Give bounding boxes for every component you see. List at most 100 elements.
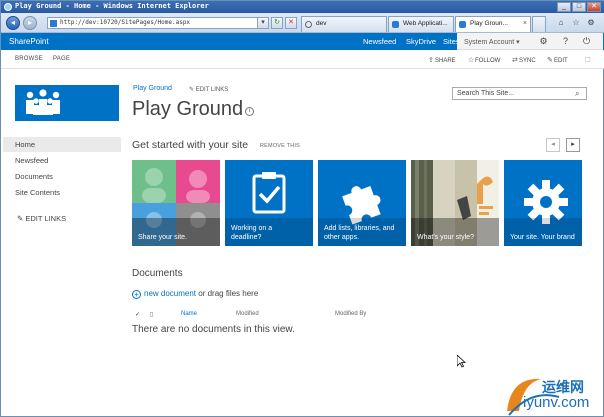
tab-label: dev xyxy=(316,20,327,27)
plus-icon[interactable]: + xyxy=(132,290,141,299)
browser-navbar: ◂ ▸ http://dev:10720/SitePages/Home.aspx… xyxy=(1,13,604,33)
new-document-row: + new document or drag files here xyxy=(132,289,258,299)
address-text: http://dev:10720/SitePages/Home.aspx xyxy=(60,19,191,26)
tab-play-ground[interactable]: Play Groun... × xyxy=(455,16,531,32)
site-logo[interactable] xyxy=(15,85,119,121)
people-logo-icon xyxy=(26,89,60,115)
share-icon: ⇪ xyxy=(428,57,434,64)
left-edit-links-label: EDIT LINKS xyxy=(25,214,67,223)
empty-view-message: There are no documents in this view. xyxy=(132,324,295,335)
tab-label: Play Groun... xyxy=(470,20,508,27)
star-icon: ☆ xyxy=(468,57,475,64)
drag-files-hint: or drag files here xyxy=(196,289,259,298)
sharepoint-favicon-icon xyxy=(459,21,466,28)
edit-action[interactable]: ✎EDIT xyxy=(547,56,568,64)
stop-icon[interactable]: ✕ xyxy=(285,17,297,29)
edit-label: EDIT xyxy=(554,58,568,64)
sharepoint-brand[interactable]: SharePoint xyxy=(9,37,49,46)
follow-action[interactable]: ☆FOLLOW xyxy=(468,56,500,64)
get-started-title: Get started with your site xyxy=(132,139,249,151)
tile-caption: What's your style? xyxy=(417,233,474,242)
share-action[interactable]: ⇪SHARE xyxy=(428,56,456,64)
tab-web-applications[interactable]: Web Applicati... xyxy=(388,16,454,32)
tile-caption-line1: What's your style? xyxy=(417,234,474,241)
ribbon-tab-page[interactable]: PAGE xyxy=(53,56,70,62)
search-input[interactable]: Search This Site... xyxy=(452,87,587,100)
previous-tile-button[interactable]: ◂ xyxy=(546,138,560,152)
nav-item-site-contents[interactable]: Site Contents xyxy=(15,188,60,197)
column-header-name[interactable]: Name xyxy=(181,311,197,317)
tile-caption: Working on a deadline? xyxy=(231,224,272,242)
focus-content-icon[interactable]: ⬚ xyxy=(585,56,591,63)
pencil-icon: ✎ xyxy=(547,57,553,64)
top-edit-links[interactable]: ✎ EDIT LINKS xyxy=(189,86,228,93)
close-button[interactable]: ✕ xyxy=(587,2,601,12)
tile-caption-line1: Your site. Your brand xyxy=(510,234,575,241)
sync-action[interactable]: ⇄SYNC xyxy=(512,56,536,64)
maximize-button[interactable]: □ xyxy=(572,2,586,12)
tile-deadline[interactable]: Working on a deadline? xyxy=(225,160,313,246)
ribbon-bar: BROWSE PAGE ⇪SHARE ☆FOLLOW ⇄SYNC ✎EDIT ⬚ xyxy=(1,50,604,69)
address-dropdown-icon[interactable]: ▾ xyxy=(257,17,269,29)
pencil-icon: ✎ xyxy=(189,87,196,93)
close-tab-icon[interactable]: × xyxy=(523,17,527,31)
settings-gear-icon[interactable]: ⚙ xyxy=(538,36,549,47)
info-icon[interactable]: i xyxy=(245,107,254,116)
select-all-checkmark-icon[interactable]: ✓ xyxy=(135,311,140,318)
watermark-domain-text: iyunv.com xyxy=(523,394,590,411)
refresh-icon[interactable]: ↻ xyxy=(271,17,283,29)
nav-item-newsfeed[interactable]: Newsfeed xyxy=(15,156,48,165)
tile-caption: Your site. Your brand xyxy=(510,233,575,242)
power-icon[interactable]: ⏻ xyxy=(581,36,592,47)
sync-label: SYNC xyxy=(519,58,536,64)
share-label: SHARE xyxy=(435,58,456,64)
mouse-cursor-icon xyxy=(457,355,466,368)
suite-account-area: System Account ▾ ⚙ ? ⏻ xyxy=(457,33,603,50)
browser-window: Play Ground - Home - Windows Internet Ex… xyxy=(0,0,604,417)
new-tab-button[interactable] xyxy=(532,16,546,32)
documents-title[interactable]: Documents xyxy=(132,268,183,279)
remove-this-link[interactable]: REMOVE THIS xyxy=(260,143,300,149)
breadcrumb[interactable]: Play Ground xyxy=(133,85,172,92)
tab-dev[interactable]: dev xyxy=(301,16,387,32)
home-icon[interactable]: ⌂ xyxy=(556,18,566,28)
tile-caption-line1: Share your site. xyxy=(138,234,188,241)
column-header-modified[interactable]: Modified xyxy=(236,311,259,317)
suite-link-skydrive[interactable]: SkyDrive xyxy=(406,37,436,46)
column-header-modified-by[interactable]: Modified By xyxy=(335,311,366,317)
forward-icon[interactable]: ▸ xyxy=(23,16,37,30)
new-document-link[interactable]: new document xyxy=(144,289,196,298)
address-bar[interactable]: http://dev:10720/SitePages/Home.aspx xyxy=(47,17,259,29)
tab-label: Web Applicati... xyxy=(403,20,448,27)
back-icon[interactable]: ◂ xyxy=(6,16,20,30)
help-icon[interactable]: ? xyxy=(560,36,571,47)
search-icon[interactable]: ⌕ xyxy=(575,89,584,98)
tile-caption-line2: other apps. xyxy=(324,234,360,241)
window-titlebar: Play Ground - Home - Windows Internet Ex… xyxy=(1,1,604,13)
tile-share-site[interactable]: Share your site. xyxy=(132,160,220,246)
tile-add-apps[interactable]: Add lists, libraries, and other apps. xyxy=(318,160,406,246)
nav-item-documents[interactable]: Documents xyxy=(15,172,53,181)
document-type-icon: ▯ xyxy=(150,312,154,318)
tile-caption-line1: Working on a xyxy=(231,225,273,232)
next-tile-button[interactable]: ▸ xyxy=(566,138,580,152)
left-edit-links[interactable]: ✎ EDIT LINKS xyxy=(17,214,66,223)
follow-label: FOLLOW xyxy=(475,58,501,64)
favorites-icon[interactable]: ☆ xyxy=(571,18,581,28)
sharepoint-favicon-icon xyxy=(392,21,399,28)
window-title: Play Ground - Home - Windows Internet Ex… xyxy=(15,2,209,10)
ie-icon xyxy=(4,3,12,11)
tile-caption: Add lists, libraries, and other apps. xyxy=(324,224,394,242)
minimize-button[interactable]: _ xyxy=(557,2,571,12)
tile-caption-line1: Add lists, libraries, and xyxy=(324,225,395,232)
tile-caption: Share your site. xyxy=(138,233,187,242)
nav-item-home[interactable]: Home xyxy=(15,140,35,149)
suite-link-newsfeed[interactable]: Newsfeed xyxy=(363,37,396,46)
system-account-menu[interactable]: System Account ▾ xyxy=(464,38,520,46)
tile-your-brand[interactable]: Your site. Your brand xyxy=(504,160,582,246)
sync-icon: ⇄ xyxy=(512,57,518,64)
ribbon-tab-browse[interactable]: BROWSE xyxy=(15,56,43,62)
tools-gear-icon[interactable]: ⚙ xyxy=(586,18,596,28)
tile-style[interactable]: What's your style? xyxy=(411,160,499,246)
tile-caption-line2: deadline? xyxy=(231,234,262,241)
